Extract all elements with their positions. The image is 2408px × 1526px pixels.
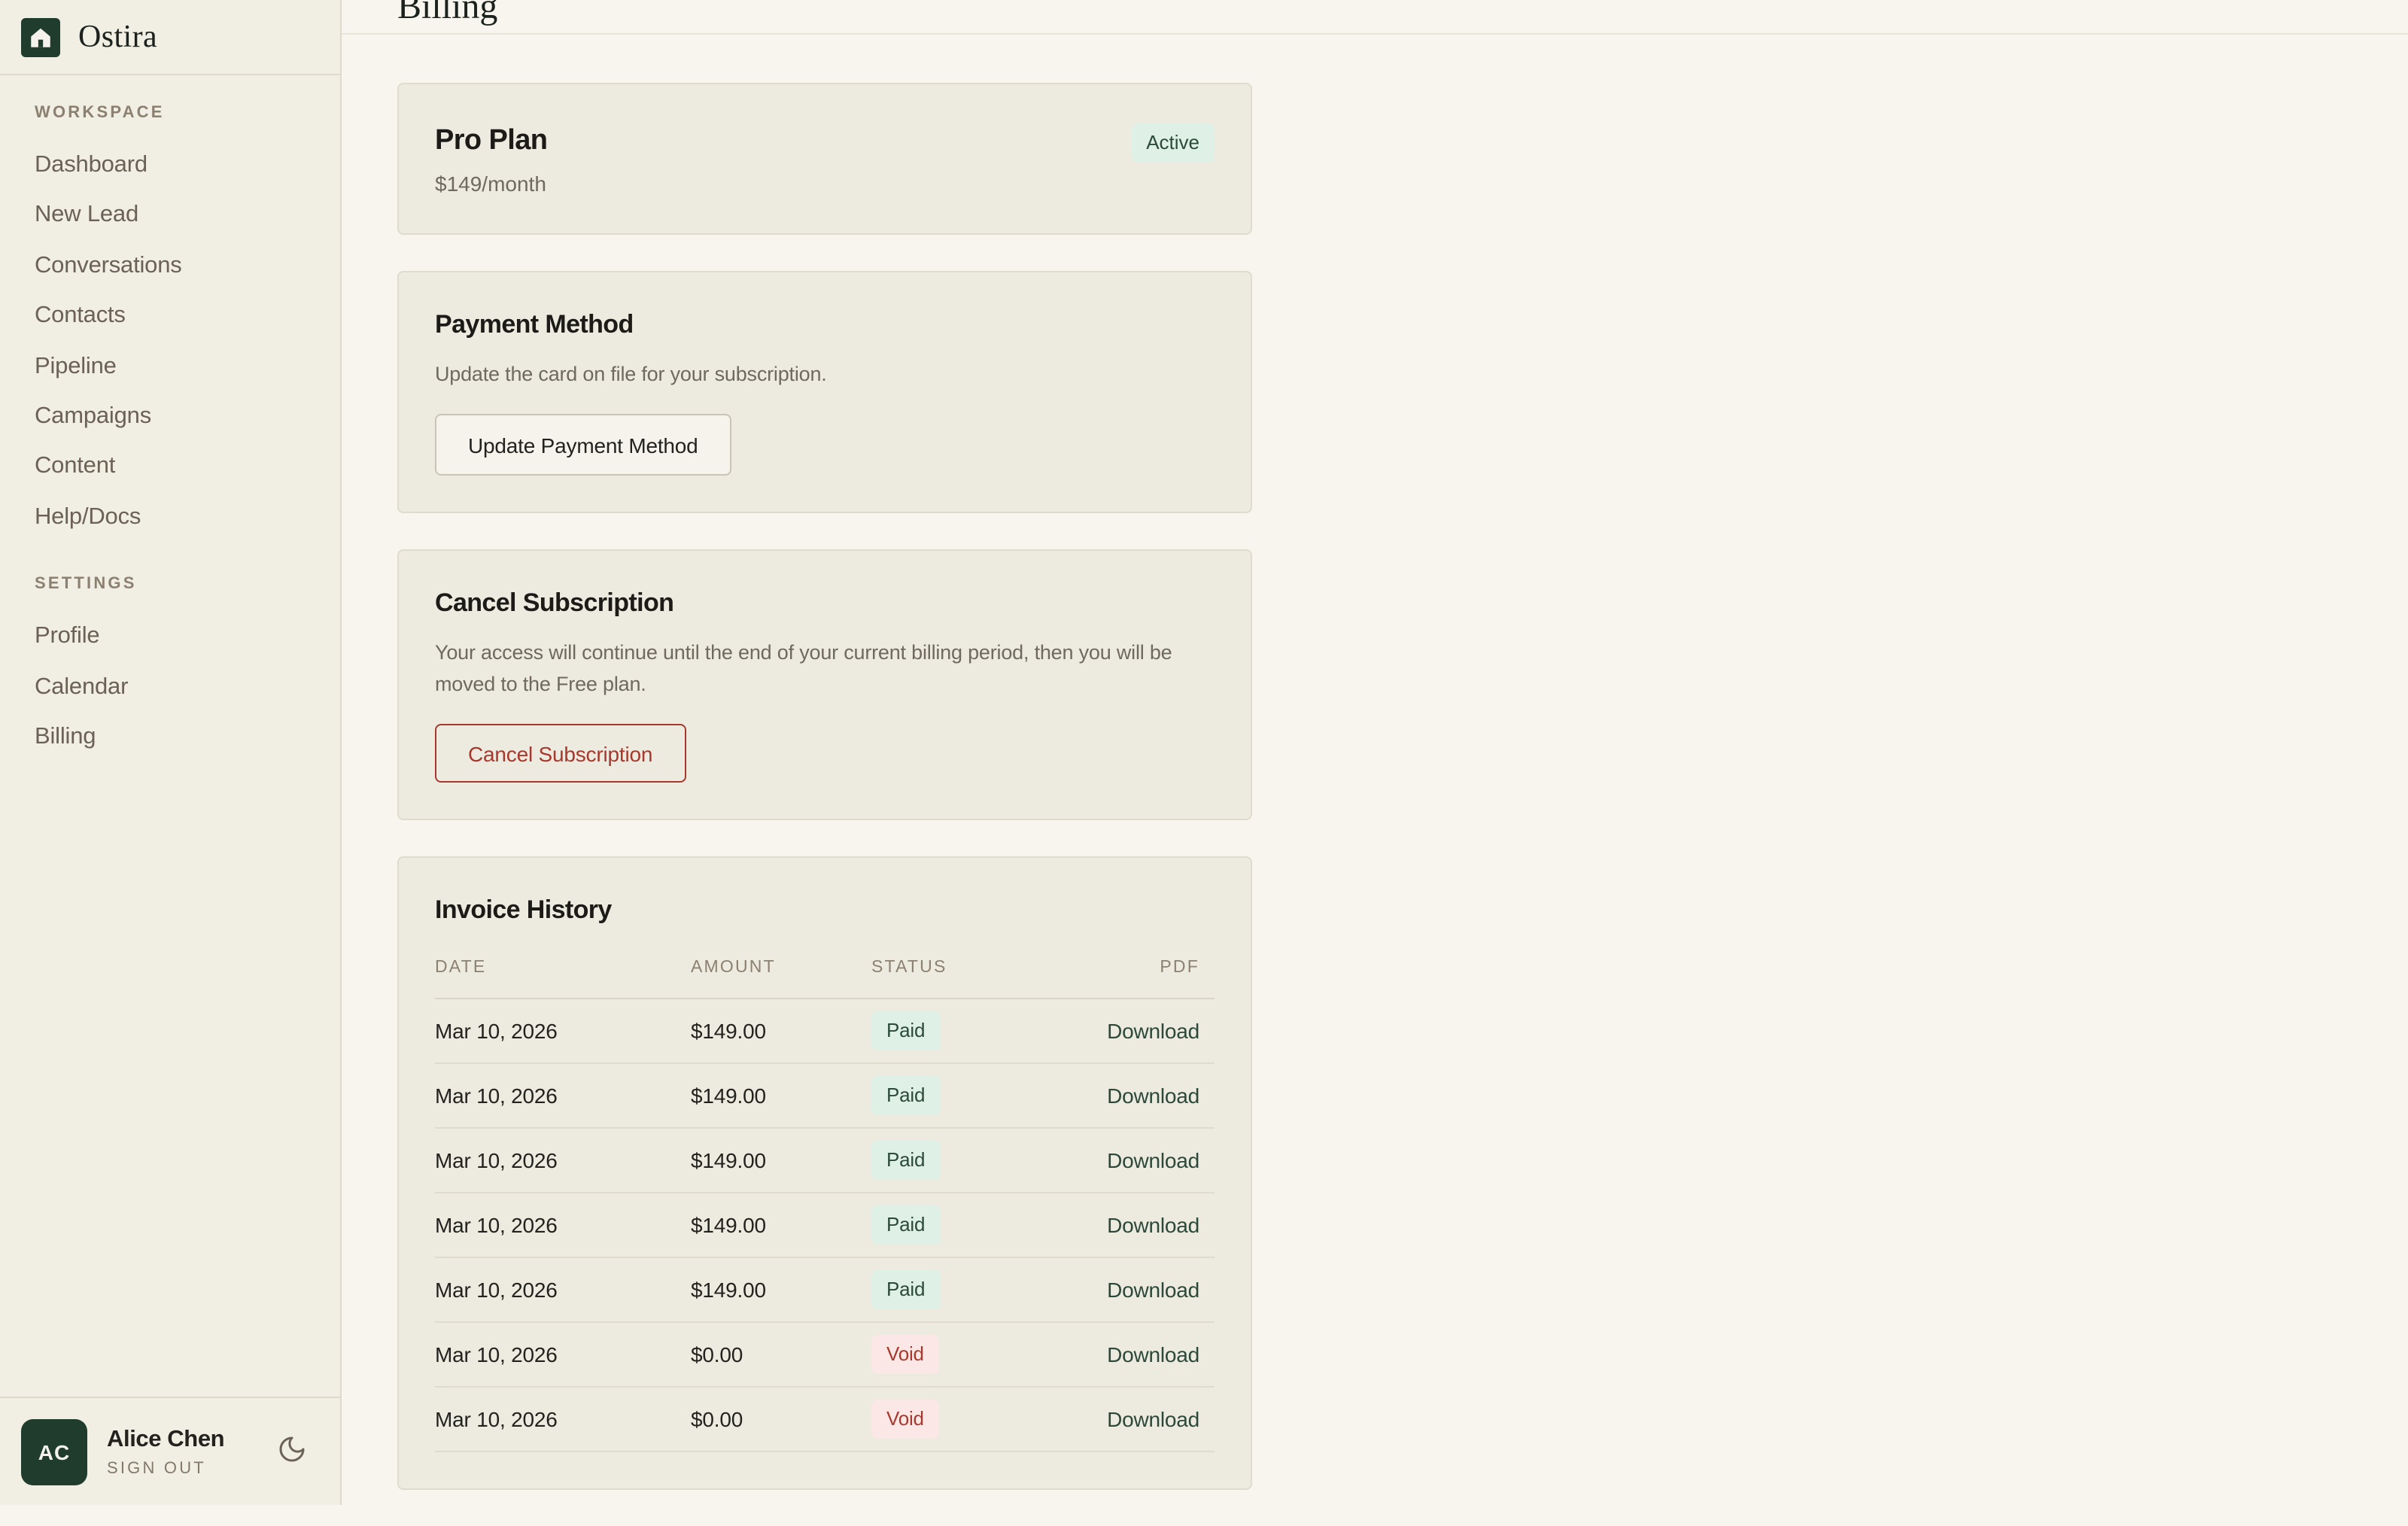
invoice-download-link[interactable]: Download [1107,1084,1199,1108]
invoice-amount: $149.00 [691,1213,871,1237]
sidebar-item-dashboard[interactable]: Dashboard [35,150,340,180]
app-logo[interactable]: Ostira [0,0,340,75]
sidebar-item-content[interactable]: Content [35,452,340,482]
sidebar-section-label: WORKSPACE [35,102,340,123]
invoice-date: Mar 10, 2026 [435,1342,691,1366]
page-header: Billing [342,0,2408,35]
invoice-table-header: DATE AMOUNT STATUS PDF [435,959,1215,999]
invoice-table-row: Mar 10, 2026 $149.00 Paid Download [435,999,1215,1064]
invoice-history-card: Invoice History DATE AMOUNT STATUS PDF M… [397,856,1252,1490]
sidebar-section: SETTINGS Profile Calendar Billing [35,574,340,752]
invoice-status-badge: Paid [871,1011,940,1050]
plan-card: Pro Plan $149/month Active [397,83,1252,235]
invoice-status-badge: Paid [871,1270,940,1309]
invoice-status-badge: Void [871,1335,939,1374]
update-payment-method-button[interactable]: Update Payment Method [435,414,731,476]
invoice-table-row: Mar 10, 2026 $149.00 Paid Download [435,1258,1215,1323]
user-name: Alice Chen [107,1426,224,1453]
column-header-status: STATUS [871,959,1046,977]
sidebar-item-help-docs[interactable]: Help/Docs [35,503,340,532]
plan-status-badge: Active [1131,123,1215,163]
sidebar-item-conversations[interactable]: Conversations [35,251,340,281]
invoice-date: Mar 10, 2026 [435,1278,691,1302]
plan-price: $149/month [435,172,547,197]
invoice-table-row: Mar 10, 2026 $149.00 Paid Download [435,1193,1215,1258]
sidebar-item-calendar[interactable]: Calendar [35,672,340,701]
invoice-amount: $0.00 [691,1407,871,1431]
page-title: Billing [397,0,2408,26]
invoice-table-body: Mar 10, 2026 $149.00 Paid Download Mar 1… [435,999,1215,1452]
invoice-status-badge: Paid [871,1076,940,1115]
invoice-status-badge: Void [871,1400,939,1439]
sidebar: Ostira WORKSPACE Dashboard New Lead Conv… [0,0,342,1505]
invoice-amount: $149.00 [691,1084,871,1108]
invoice-status-badge: Paid [871,1205,940,1245]
home-icon [21,17,60,56]
moon-icon [277,1434,307,1469]
invoice-date: Mar 10, 2026 [435,1213,691,1237]
sidebar-section-label: SETTINGS [35,574,340,595]
app-window: Ostira WORKSPACE Dashboard New Lead Conv… [0,0,2408,1505]
sidebar-item-contacts[interactable]: Contacts [35,301,340,330]
invoice-download-link[interactable]: Download [1107,1019,1199,1043]
payment-method-description: Update the card on file for your subscri… [435,358,1196,390]
column-header-date: DATE [435,959,691,977]
invoice-amount: $0.00 [691,1342,871,1366]
invoice-download-link[interactable]: Download [1107,1342,1199,1366]
invoice-table-row: Mar 10, 2026 $0.00 Void Download [435,1388,1215,1452]
sidebar-item-campaigns[interactable]: Campaigns [35,402,340,431]
sidebar-item-pipeline[interactable]: Pipeline [35,351,340,381]
invoice-date: Mar 10, 2026 [435,1019,691,1043]
sidebar-nav: WORKSPACE Dashboard New Lead Conversatio… [0,75,340,1397]
invoice-amount: $149.00 [691,1148,871,1172]
cancel-subscription-title: Cancel Subscription [435,587,1215,619]
main-area: Billing Pro Plan $149/month Active Payme… [342,0,2408,1505]
invoice-date: Mar 10, 2026 [435,1084,691,1108]
sidebar-item-new-lead[interactable]: New Lead [35,201,340,230]
invoice-download-link[interactable]: Download [1107,1148,1199,1172]
cancel-subscription-card: Cancel Subscription Your access will con… [397,549,1252,820]
invoice-download-link[interactable]: Download [1107,1278,1199,1302]
billing-content: Pro Plan $149/month Active Payment Metho… [342,35,2408,1526]
cancel-subscription-description: Your access will continue until the end … [435,637,1196,700]
invoice-history-title: Invoice History [435,894,1215,926]
sidebar-item-profile[interactable]: Profile [35,622,340,652]
invoice-table-row: Mar 10, 2026 $149.00 Paid Download [435,1064,1215,1129]
payment-method-card: Payment Method Update the card on file f… [397,271,1252,513]
invoice-amount: $149.00 [691,1278,871,1302]
sidebar-item-billing[interactable]: Billing [35,722,340,752]
invoice-download-link[interactable]: Download [1107,1407,1199,1431]
theme-toggle-button[interactable] [274,1431,310,1472]
app-name: Ostira [78,18,157,56]
plan-name: Pro Plan [435,123,547,158]
column-header-pdf: PDF [1046,959,1215,977]
invoice-table-row: Mar 10, 2026 $0.00 Void Download [435,1323,1215,1388]
sign-out-button[interactable]: SIGN OUT [107,1459,224,1477]
invoice-date: Mar 10, 2026 [435,1407,691,1431]
payment-method-title: Payment Method [435,309,1215,340]
avatar[interactable]: AC [21,1418,87,1485]
invoice-table-row: Mar 10, 2026 $149.00 Paid Download [435,1129,1215,1193]
invoice-download-link[interactable]: Download [1107,1213,1199,1237]
invoice-date: Mar 10, 2026 [435,1148,691,1172]
cancel-subscription-button[interactable]: Cancel Subscription [435,724,686,783]
invoice-status-badge: Paid [871,1141,940,1180]
sidebar-section: WORKSPACE Dashboard New Lead Conversatio… [35,102,340,532]
invoice-amount: $149.00 [691,1019,871,1043]
user-section: AC Alice Chen SIGN OUT [0,1397,340,1505]
column-header-amount: AMOUNT [691,959,871,977]
